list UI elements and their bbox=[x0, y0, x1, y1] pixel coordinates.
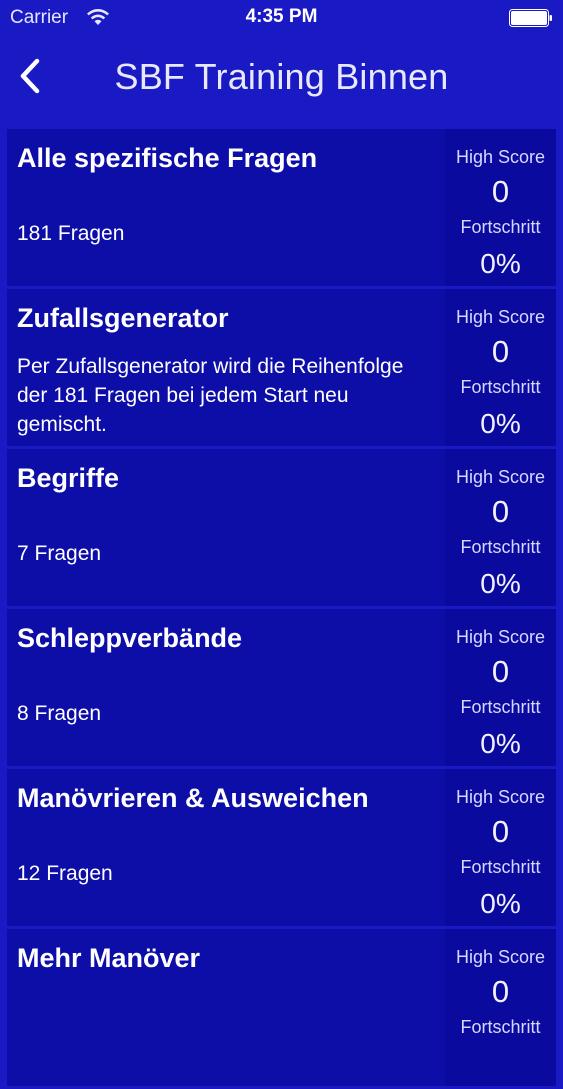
row-main: Begriffe 7 Fragen bbox=[7, 449, 445, 606]
high-score-value: 0 bbox=[491, 334, 510, 369]
progress-label: Fortschritt bbox=[460, 217, 541, 237]
row-description: 8 Fragen bbox=[17, 702, 102, 725]
progress-value: 0% bbox=[480, 408, 521, 439]
row-main: Manövrieren & Ausweichen 12 Fragen bbox=[7, 769, 445, 926]
row-title: Zufallsgenerator bbox=[17, 303, 229, 333]
high-score-label: High Score bbox=[455, 947, 546, 967]
high-score-value: 0 bbox=[491, 814, 510, 849]
status-bar: Carrier 4:35 PM bbox=[0, 0, 563, 40]
list-item-begriffe[interactable]: Begriffe 7 Fragen High Score 0 Fortschri… bbox=[7, 449, 556, 606]
page-title: SBF Training Binnen bbox=[114, 56, 449, 97]
high-score-label: High Score bbox=[455, 467, 546, 487]
row-main: Zufallsgenerator Per Zufallsgenerator wi… bbox=[7, 289, 445, 446]
row-title: Schleppverbände bbox=[17, 623, 243, 653]
high-score-value: 0 bbox=[491, 494, 510, 529]
progress-label: Fortschritt bbox=[460, 857, 541, 877]
high-score-label: High Score bbox=[455, 627, 546, 647]
progress-label: Fortschritt bbox=[460, 697, 541, 717]
row-title: Manövrieren & Ausweichen bbox=[17, 783, 369, 813]
high-score-label: High Score bbox=[455, 147, 546, 167]
high-score-value: 0 bbox=[491, 974, 510, 1009]
battery-icon bbox=[509, 9, 552, 27]
row-title: Mehr Manöver bbox=[17, 943, 201, 973]
score-panel: High Score 0 Fortschritt 0% bbox=[445, 129, 556, 286]
row-main: Schleppverbände 8 Fragen bbox=[7, 609, 445, 766]
navigation-bar: SBF Training Binnen bbox=[0, 40, 563, 115]
progress-value: 0% bbox=[480, 728, 521, 759]
row-description: Per Zufallsgenerator wird die Reihenfolg… bbox=[17, 355, 404, 436]
progress-label: Fortschritt bbox=[460, 377, 541, 397]
row-main: Mehr Manöver bbox=[7, 929, 445, 1086]
category-list: Alle spezifische Fragen 181 Fragen High … bbox=[7, 129, 556, 1089]
row-title: Alle spezifische Fragen bbox=[17, 143, 318, 173]
high-score-label: High Score bbox=[455, 307, 546, 327]
score-panel: High Score 0 Fortschritt bbox=[445, 929, 556, 1086]
list-item-mehr-manoever[interactable]: Mehr Manöver High Score 0 Fortschritt bbox=[7, 929, 556, 1086]
progress-value: 0% bbox=[480, 888, 521, 919]
high-score-label: High Score bbox=[455, 787, 546, 807]
list-item-alle-spezifische-fragen[interactable]: Alle spezifische Fragen 181 Fragen High … bbox=[7, 129, 556, 286]
status-time: 4:35 PM bbox=[245, 6, 318, 27]
row-description: 12 Fragen bbox=[17, 862, 113, 885]
row-description: 181 Fragen bbox=[17, 222, 125, 245]
list-item-zufallsgenerator[interactable]: Zufallsgenerator Per Zufallsgenerator wi… bbox=[7, 289, 556, 446]
score-panel: High Score 0 Fortschritt 0% bbox=[445, 609, 556, 766]
list-item-manoevrieren-ausweichen[interactable]: Manövrieren & Ausweichen 12 Fragen High … bbox=[7, 769, 556, 926]
score-panel: High Score 0 Fortschritt 0% bbox=[445, 289, 556, 446]
score-panel: High Score 0 Fortschritt 0% bbox=[445, 769, 556, 926]
progress-value: 0% bbox=[480, 568, 521, 599]
high-score-value: 0 bbox=[491, 174, 510, 209]
score-panel: High Score 0 Fortschritt 0% bbox=[445, 449, 556, 606]
row-title: Begriffe bbox=[17, 463, 120, 493]
row-description: 7 Fragen bbox=[17, 542, 102, 565]
progress-label: Fortschritt bbox=[460, 1017, 541, 1037]
row-main: Alle spezifische Fragen 181 Fragen bbox=[7, 129, 445, 286]
progress-value: 0% bbox=[480, 248, 521, 279]
list-item-schleppverbaende[interactable]: Schleppverbände 8 Fragen High Score 0 Fo… bbox=[7, 609, 556, 766]
high-score-value: 0 bbox=[491, 654, 510, 689]
progress-label: Fortschritt bbox=[460, 537, 541, 557]
